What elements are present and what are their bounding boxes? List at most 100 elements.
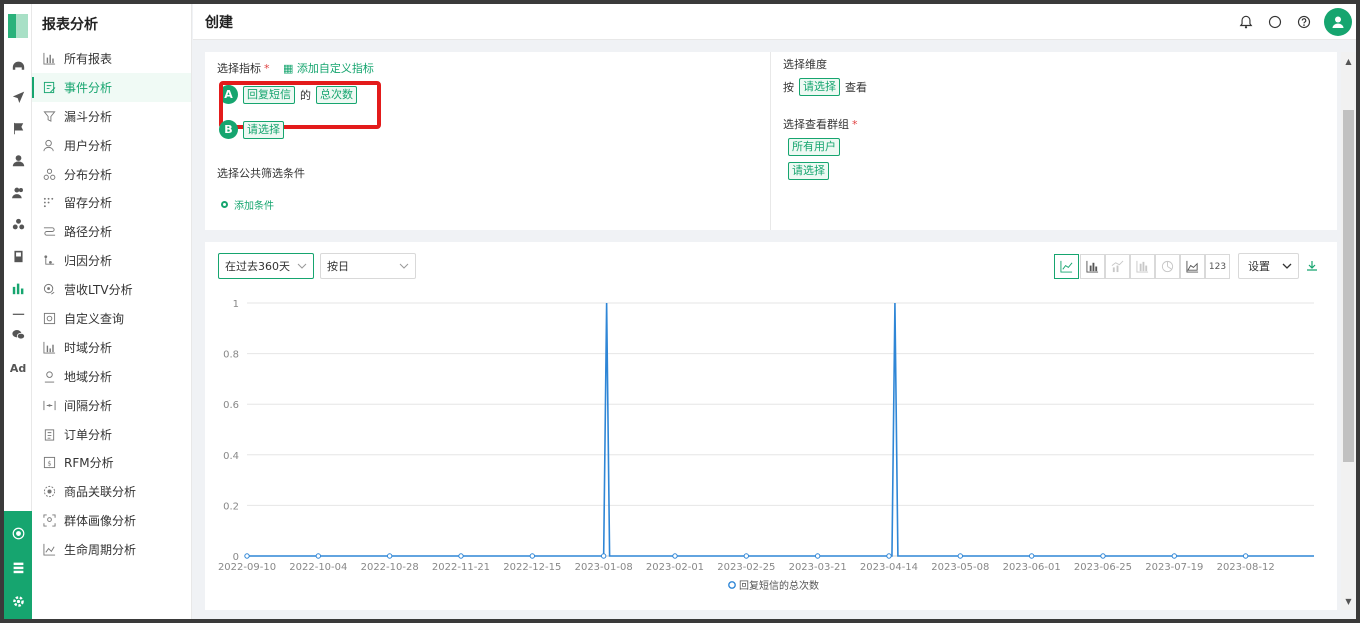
menu-item[interactable]: 分布分析 <box>32 160 191 189</box>
dimension-select[interactable]: 请选择 <box>799 78 840 96</box>
legend-marker <box>728 581 736 589</box>
menu-item[interactable]: 时域分析 <box>32 333 191 362</box>
menu-item[interactable]: $ RFM分析 <box>32 448 191 477</box>
menu-item[interactable]: 自定义查询 <box>32 304 191 333</box>
users-icon[interactable] <box>10 184 26 200</box>
x-tick-label: 2023-03-21 <box>789 562 847 573</box>
menu-item[interactable]: 归因分析 <box>32 246 191 275</box>
menu-item-label: 生命周期分析 <box>64 543 137 558</box>
app-logo <box>8 14 28 38</box>
menu-item[interactable]: 留存分析 <box>32 188 191 217</box>
menu-item[interactable]: 生命周期分析 <box>32 535 191 564</box>
vertical-scrollbar[interactable]: ▲ ▼ <box>1341 52 1356 610</box>
target-user-icon[interactable] <box>10 525 26 541</box>
send-icon[interactable] <box>10 88 26 104</box>
add-condition-dot <box>221 201 228 208</box>
menu-item[interactable]: 间隔分析 <box>32 391 191 420</box>
filter-label: 选择公共筛选条件 <box>217 167 305 180</box>
menu-item-label: 所有报表 <box>64 51 113 66</box>
data-point <box>529 553 536 559</box>
scroll-up-arrow[interactable]: ▲ <box>1341 54 1356 68</box>
menu-title: 报表分析 <box>42 17 98 33</box>
metric-label: 选择指标 <box>217 62 261 75</box>
required-mark: * <box>852 118 858 131</box>
scroll-thumb[interactable] <box>1343 110 1354 462</box>
group-select[interactable]: 请选择 <box>788 162 829 180</box>
x-tick-label: 2023-02-25 <box>717 562 775 573</box>
menu-item[interactable]: 用户分析 <box>32 131 191 160</box>
x-tick-label: 2022-12-15 <box>503 562 561 573</box>
data-point <box>1242 553 1249 559</box>
distribution-icon <box>42 167 56 181</box>
top-header: 创建 <box>193 4 1356 40</box>
x-tick-label: 2023-04-14 <box>860 562 918 573</box>
menu-item-label: 订单分析 <box>64 427 113 442</box>
menu-item[interactable]: 地域分析 <box>32 362 191 391</box>
data-point <box>1171 553 1178 559</box>
menu-item[interactable]: 漏斗分析 <box>32 102 191 131</box>
data-point <box>957 553 964 559</box>
x-tick-label: 2022-10-28 <box>361 562 419 573</box>
help-icon[interactable] <box>1295 13 1313 31</box>
coin-user-icon <box>42 283 56 297</box>
group-all-row: 所有用户 <box>788 138 840 156</box>
bookmark-icon[interactable] <box>10 248 26 264</box>
menu-item[interactable]: 所有报表 <box>32 44 191 73</box>
x-tick-label: 2023-06-25 <box>1074 562 1132 573</box>
menu-item[interactable]: 事件分析 <box>32 72 191 102</box>
menu-item-label: RFM分析 <box>64 456 114 471</box>
user-avatar[interactable] <box>1324 8 1352 36</box>
add-custom-metric-link[interactable]: ▦ 添加自定义指标 <box>283 62 374 75</box>
rail-divider <box>10 306 26 322</box>
x-tick-label: 2022-10-04 <box>289 562 347 573</box>
data-point <box>458 553 464 559</box>
metric-b-select[interactable]: 请选择 <box>243 120 284 139</box>
menu-item[interactable]: 商品关联分析 <box>32 477 191 506</box>
panel-divider <box>770 52 771 230</box>
menu-item[interactable]: 订单分析 <box>32 420 191 449</box>
menu-item-label: 漏斗分析 <box>64 109 113 124</box>
x-tick-label: 2022-09-10 <box>218 562 276 573</box>
menu-item-label: 自定义查询 <box>64 311 125 326</box>
group-all-tag[interactable]: 所有用户 <box>788 138 840 156</box>
bar-chart-icon <box>42 51 56 65</box>
clipboard-icon <box>42 427 56 441</box>
location-icon <box>42 369 56 383</box>
portrait-icon <box>42 514 56 528</box>
menu-item[interactable]: 路径分析 <box>32 217 191 246</box>
menu-list: 所有报表事件分析漏斗分析用户分析分布分析留存分析路径分析归因分析营收LTV分析自… <box>32 44 191 564</box>
wechat-icon[interactable] <box>10 326 26 342</box>
interval-icon <box>42 398 56 412</box>
data-point <box>315 553 322 559</box>
y-tick-label: 0.4 <box>223 451 239 462</box>
x-tick-label: 2023-07-19 <box>1145 562 1203 573</box>
menu-item[interactable]: 营收LTV分析 <box>32 275 191 304</box>
menu-item[interactable]: 群体画像分析 <box>32 506 191 535</box>
menu-item-label: 营收LTV分析 <box>64 283 133 298</box>
bell-icon[interactable] <box>1237 13 1255 31</box>
data-point <box>814 553 821 559</box>
dashboard-icon[interactable] <box>10 58 26 74</box>
y-tick-label: 0.8 <box>223 350 239 361</box>
menu-item-label: 用户分析 <box>64 138 113 153</box>
settings-gear-icon[interactable] <box>10 593 26 609</box>
add-condition-link[interactable]: 添加条件 <box>221 197 274 212</box>
chat-icon[interactable] <box>1266 13 1284 31</box>
rail-bottom-panel <box>4 511 32 619</box>
metric-b-row: B 请选择 <box>219 120 284 139</box>
menu-item-label: 分布分析 <box>64 167 113 182</box>
analytics-icon[interactable] <box>10 280 26 296</box>
data-point <box>386 553 393 559</box>
menu-item-label: 路径分析 <box>64 225 113 240</box>
person-icon[interactable] <box>10 152 26 168</box>
flag-icon[interactable] <box>10 120 26 136</box>
scroll-down-arrow[interactable]: ▼ <box>1341 594 1356 608</box>
ad-icon[interactable]: Ad <box>10 360 26 376</box>
list-icon[interactable] <box>10 559 26 575</box>
dimension-label: 选择维度 <box>783 58 827 71</box>
y-tick-label: 0.2 <box>223 501 239 512</box>
x-tick-label: 2023-05-08 <box>931 562 989 573</box>
time-bars-icon <box>42 340 56 354</box>
dots-grid-icon <box>42 196 56 210</box>
cluster-icon[interactable] <box>10 216 26 232</box>
